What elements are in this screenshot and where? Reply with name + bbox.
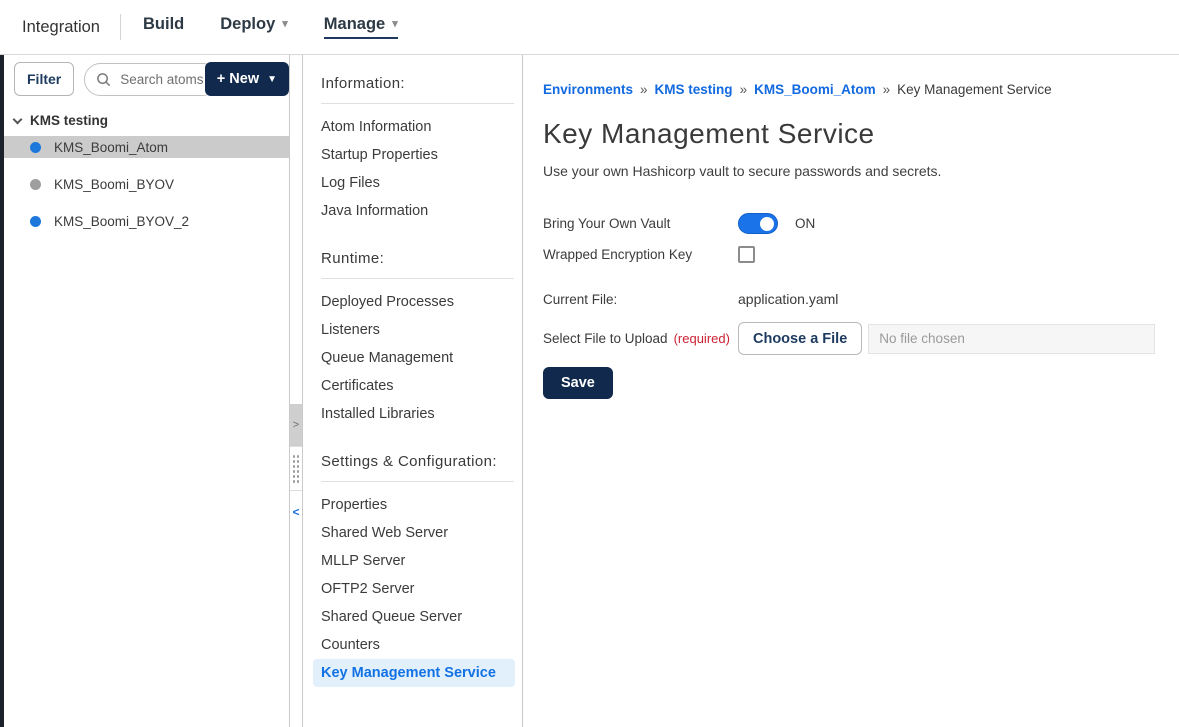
nav-section-title: Settings & Configuration: <box>321 453 522 470</box>
current-file-label: Current File: <box>543 292 738 307</box>
breadcrumb-separator: » <box>640 82 648 97</box>
main-panel: Environments » KMS testing » KMS_Boomi_Atom »… <box>523 55 1179 727</box>
nav-link-listeners[interactable]: Listeners <box>313 316 515 344</box>
tree-group-kms-testing[interactable]: KMS testing <box>4 105 289 136</box>
top-header: Integration Build Deploy ▾ Manage ▾ <box>0 0 1179 55</box>
new-button[interactable]: + New ▼ <box>205 62 289 96</box>
search-box[interactable] <box>84 63 219 96</box>
nav-section-divider <box>321 481 514 482</box>
current-file-row: Current File: application.yaml <box>543 291 1155 307</box>
status-dot-icon <box>30 142 41 153</box>
choose-file-button[interactable]: Choose a File <box>738 322 862 355</box>
content-area: Filter + New ▼ KMS testing KMS_Boomi_Ato… <box>0 55 1179 727</box>
topnav-item-manage[interactable]: Manage ▾ <box>324 15 398 39</box>
nav-link-shared-queue-server[interactable]: Shared Queue Server <box>313 603 515 631</box>
nav-section: Information: Atom InformationStartup Prop… <box>313 75 522 225</box>
collapse-right-button[interactable]: > <box>290 404 302 446</box>
collapse-left-button[interactable]: < <box>290 491 302 533</box>
upload-row: Select File to Upload (required) Choose a… <box>543 322 1155 355</box>
breadcrumb: Environments » KMS testing » KMS_Boomi_Atom »… <box>543 82 1155 97</box>
nav-link-startup-properties[interactable]: Startup Properties <box>313 141 515 169</box>
search-input[interactable] <box>118 71 212 88</box>
nav-link-shared-web-server[interactable]: Shared Web Server <box>313 519 515 547</box>
nav-section-divider <box>321 103 514 104</box>
topnav: Build Deploy ▾ Manage ▾ <box>143 15 434 39</box>
file-chosen-field[interactable] <box>868 324 1155 354</box>
nav-link-java-information[interactable]: Java Information <box>313 197 515 225</box>
page-subtitle: Use your own Hashicorp vault to secure p… <box>543 163 1155 179</box>
nav-section: Settings & Configuration:PropertiesShare… <box>313 453 522 687</box>
nav-link-log-files[interactable]: Log Files <box>313 169 515 197</box>
status-dot-icon <box>30 216 41 227</box>
atom-settings-nav: Information: Atom InformationStartup Prop… <box>303 55 523 727</box>
tree-item-label: KMS_Boomi_Atom <box>54 140 168 155</box>
tree-item[interactable]: KMS_Boomi_Atom <box>4 136 289 158</box>
status-dot-icon <box>30 179 41 190</box>
nav-link-installed-libraries[interactable]: Installed Libraries <box>313 400 515 428</box>
new-button-label: + New <box>217 71 259 87</box>
nav-section: Runtime: Deployed ProcessesListenersQueue… <box>313 250 522 428</box>
byov-state: ON <box>795 216 815 231</box>
byov-toggle[interactable] <box>738 213 778 234</box>
nav-link-key-management-service[interactable]: Key Management Service <box>313 659 515 687</box>
kms-form: Bring Your Own Vault ON Wrapped Encrypti… <box>543 213 1155 399</box>
byov-row: Bring Your Own Vault ON <box>543 213 1155 234</box>
nav-link-atom-information[interactable]: Atom Information <box>313 113 515 141</box>
breadcrumb-link[interactable]: KMS testing <box>655 82 733 97</box>
required-note: (required) <box>674 331 730 346</box>
caret-down-icon: ▾ <box>282 19 288 30</box>
byov-label: Bring Your Own Vault <box>543 216 738 231</box>
tree-items: KMS_Boomi_Atom KMS_Boomi_BYOV KMS_Boomi_BY… <box>4 136 289 232</box>
breadcrumb-link[interactable]: Environments <box>543 82 633 97</box>
caret-down-icon: ▾ <box>392 19 398 30</box>
tree-group-label: KMS testing <box>30 113 108 128</box>
nav-link-certificates[interactable]: Certificates <box>313 372 515 400</box>
nav-section-title: Runtime: <box>321 250 522 267</box>
breadcrumb-separator: » <box>883 82 891 97</box>
nav-section-divider <box>321 278 514 279</box>
breadcrumb-separator: » <box>740 82 748 97</box>
drag-dots-icon <box>292 454 300 484</box>
topnav-item-label: Build <box>143 15 184 34</box>
nav-link-queue-management[interactable]: Queue Management <box>313 344 515 372</box>
nav-link-deployed-processes[interactable]: Deployed Processes <box>313 288 515 316</box>
tree-item[interactable]: KMS_Boomi_BYOV <box>4 173 289 195</box>
chevron-down-icon <box>13 114 23 124</box>
filter-button[interactable]: Filter <box>14 62 74 96</box>
upload-label-text: Select File to Upload <box>543 331 668 346</box>
nav-section-title: Information: <box>321 75 522 92</box>
tree-item-label: KMS_Boomi_BYOV_2 <box>54 214 189 229</box>
caret-down-icon: ▼ <box>267 74 277 85</box>
topnav-item-label: Manage <box>324 15 385 34</box>
current-file-value: application.yaml <box>738 291 838 307</box>
drag-handle[interactable] <box>290 446 302 491</box>
atoms-tree-panel: Filter + New ▼ KMS testing KMS_Boomi_Ato… <box>4 55 289 727</box>
wrapped-key-checkbox[interactable] <box>738 246 755 263</box>
upload-label: Select File to Upload (required) <box>543 331 738 346</box>
nav-link-counters[interactable]: Counters <box>313 631 515 659</box>
breadcrumb-link[interactable]: KMS_Boomi_Atom <box>754 82 876 97</box>
toggle-knob <box>760 217 774 231</box>
breadcrumb-current: Key Management Service <box>897 82 1052 97</box>
save-button[interactable]: Save <box>543 367 613 399</box>
nav-link-oftp2-server[interactable]: OFTP2 Server <box>313 575 515 603</box>
tree-item[interactable]: KMS_Boomi_BYOV_2 <box>4 210 289 232</box>
search-icon <box>96 72 111 87</box>
tree-toolbar: Filter + New ▼ <box>4 55 289 105</box>
nav-link-mllp-server[interactable]: MLLP Server <box>313 547 515 575</box>
page-title: Key Management Service <box>543 118 1155 150</box>
wrapped-key-row: Wrapped Encryption Key <box>543 246 1155 263</box>
topnav-item-deploy[interactable]: Deploy ▾ <box>220 15 288 39</box>
panel-splitter[interactable]: > < <box>289 55 303 727</box>
nav-link-properties[interactable]: Properties <box>313 491 515 519</box>
product-name: Integration <box>22 18 100 37</box>
tree-item-label: KMS_Boomi_BYOV <box>54 177 174 192</box>
topnav-item-label: Deploy <box>220 15 275 34</box>
header-divider <box>120 14 121 40</box>
wrapped-key-label: Wrapped Encryption Key <box>543 247 738 262</box>
topnav-item-build[interactable]: Build <box>143 15 184 39</box>
